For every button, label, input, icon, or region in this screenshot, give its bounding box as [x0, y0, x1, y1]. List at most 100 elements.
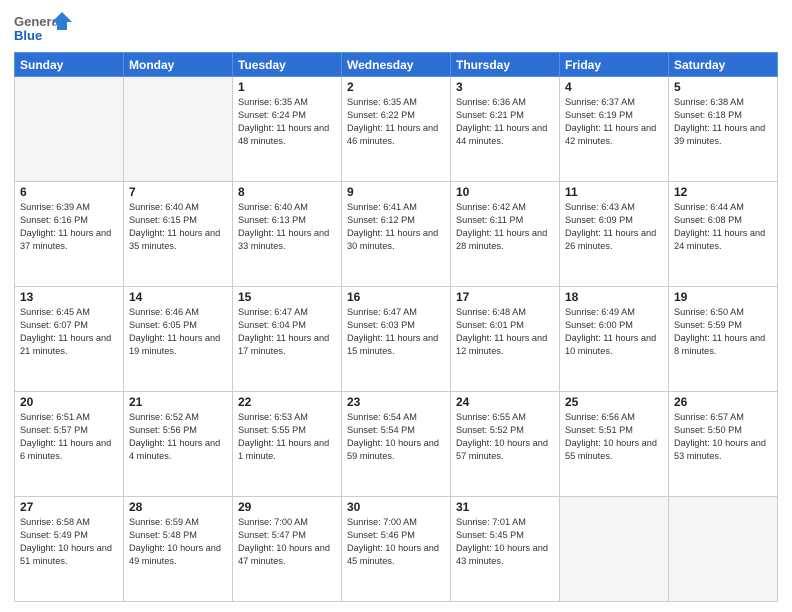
calendar-cell [124, 77, 233, 182]
calendar-cell: 15 Sunrise: 6:47 AM Sunset: 6:04 PM Dayli… [233, 287, 342, 392]
calendar-cell: 4Sunrise: 6:37 AM Sunset: 6:19 PM Daylig… [560, 77, 669, 182]
calendar-cell: 29 Sunrise: 7:00 AM Sunset: 5:47 PM Dayli… [233, 497, 342, 602]
calendar-cell: 26 Sunrise: 6:57 AM Sunset: 5:50 PM Dayli… [669, 392, 778, 497]
day-number: 13 [20, 290, 118, 304]
calendar-cell: 16Sunrise: 6:47 AM Sunset: 6:03 PM Dayli… [342, 287, 451, 392]
day-number: 29 [238, 500, 336, 514]
logo: GeneralBlue [14, 10, 74, 46]
calendar-cell: 13 Sunrise: 6:45 AM Sunset: 6:07 PM Dayli… [15, 287, 124, 392]
cell-content: Sunrise: 6:43 AM Sunset: 6:09 PM Dayligh… [565, 201, 663, 253]
calendar-cell: 5 Sunrise: 6:38 AM Sunset: 6:18 PM Daylig… [669, 77, 778, 182]
cell-content: Sunrise: 6:40 AM Sunset: 6:13 PM Dayligh… [238, 201, 336, 253]
calendar-body: 1 Sunrise: 6:35 AM Sunset: 6:24 PM Daylig… [15, 77, 778, 602]
cell-content: Sunrise: 6:58 AM Sunset: 5:49 PM Dayligh… [20, 516, 118, 568]
cell-content: Sunrise: 7:00 AM Sunset: 5:46 PM Dayligh… [347, 516, 445, 568]
cell-content: Sunrise: 6:41 AM Sunset: 6:12 PM Dayligh… [347, 201, 445, 253]
calendar-cell: 12 Sunrise: 6:44 AM Sunset: 6:08 PM Dayli… [669, 182, 778, 287]
calendar-cell: 19Sunrise: 6:50 AM Sunset: 5:59 PM Dayli… [669, 287, 778, 392]
cell-content: Sunrise: 6:35 AM Sunset: 6:24 PM Dayligh… [238, 96, 336, 148]
day-number: 21 [129, 395, 227, 409]
cell-content: Sunrise: 6:55 AM Sunset: 5:52 PM Dayligh… [456, 411, 554, 463]
calendar-cell: 21 Sunrise: 6:52 AM Sunset: 5:56 PM Dayli… [124, 392, 233, 497]
cell-content: Sunrise: 7:01 AM Sunset: 5:45 PM Dayligh… [456, 516, 554, 568]
cell-content: Sunrise: 6:39 AM Sunset: 6:16 PM Dayligh… [20, 201, 118, 253]
calendar-cell [15, 77, 124, 182]
cell-content: Sunrise: 6:56 AM Sunset: 5:51 PM Dayligh… [565, 411, 663, 463]
day-header-wednesday: Wednesday [342, 53, 451, 77]
calendar-cell: 27 Sunrise: 6:58 AM Sunset: 5:49 PM Dayli… [15, 497, 124, 602]
calendar-cell: 1 Sunrise: 6:35 AM Sunset: 6:24 PM Daylig… [233, 77, 342, 182]
day-number: 2 [347, 80, 445, 94]
calendar-cell: 18 Sunrise: 6:49 AM Sunset: 6:00 PM Dayli… [560, 287, 669, 392]
cell-content: Sunrise: 6:38 AM Sunset: 6:18 PM Dayligh… [674, 96, 772, 148]
cell-content: Sunrise: 6:47 AM Sunset: 6:04 PM Dayligh… [238, 306, 336, 358]
cell-content: Sunrise: 6:42 AM Sunset: 6:11 PM Dayligh… [456, 201, 554, 253]
day-number: 23 [347, 395, 445, 409]
day-number: 12 [674, 185, 772, 199]
calendar-cell: 23 Sunrise: 6:54 AM Sunset: 5:54 PM Dayli… [342, 392, 451, 497]
cell-content: Sunrise: 6:35 AM Sunset: 6:22 PM Dayligh… [347, 96, 445, 148]
calendar-cell: 14 Sunrise: 6:46 AM Sunset: 6:05 PM Dayli… [124, 287, 233, 392]
day-header-tuesday: Tuesday [233, 53, 342, 77]
calendar-cell [669, 497, 778, 602]
calendar-cell: 11Sunrise: 6:43 AM Sunset: 6:09 PM Dayli… [560, 182, 669, 287]
day-number: 22 [238, 395, 336, 409]
calendar-header-row: SundayMondayTuesdayWednesdayThursdayFrid… [15, 53, 778, 77]
day-number: 14 [129, 290, 227, 304]
day-number: 20 [20, 395, 118, 409]
cell-content: Sunrise: 6:48 AM Sunset: 6:01 PM Dayligh… [456, 306, 554, 358]
week-row-1: 1 Sunrise: 6:35 AM Sunset: 6:24 PM Daylig… [15, 77, 778, 182]
day-header-thursday: Thursday [451, 53, 560, 77]
cell-content: Sunrise: 6:40 AM Sunset: 6:15 PM Dayligh… [129, 201, 227, 253]
day-number: 8 [238, 185, 336, 199]
header: GeneralBlue [14, 10, 778, 46]
cell-content: Sunrise: 6:44 AM Sunset: 6:08 PM Dayligh… [674, 201, 772, 253]
day-number: 7 [129, 185, 227, 199]
cell-content: Sunrise: 6:52 AM Sunset: 5:56 PM Dayligh… [129, 411, 227, 463]
calendar-cell: 9 Sunrise: 6:41 AM Sunset: 6:12 PM Daylig… [342, 182, 451, 287]
calendar-cell: 24 Sunrise: 6:55 AM Sunset: 5:52 PM Dayli… [451, 392, 560, 497]
cell-content: Sunrise: 6:45 AM Sunset: 6:07 PM Dayligh… [20, 306, 118, 358]
calendar-cell: 20 Sunrise: 6:51 AM Sunset: 5:57 PM Dayli… [15, 392, 124, 497]
calendar-cell: 30Sunrise: 7:00 AM Sunset: 5:46 PM Dayli… [342, 497, 451, 602]
cell-content: Sunrise: 6:46 AM Sunset: 6:05 PM Dayligh… [129, 306, 227, 358]
logo-svg: GeneralBlue [14, 10, 74, 46]
calendar-cell: 6 Sunrise: 6:39 AM Sunset: 6:16 PM Daylig… [15, 182, 124, 287]
day-number: 26 [674, 395, 772, 409]
day-number: 15 [238, 290, 336, 304]
day-number: 17 [456, 290, 554, 304]
day-number: 24 [456, 395, 554, 409]
cell-content: Sunrise: 6:49 AM Sunset: 6:00 PM Dayligh… [565, 306, 663, 358]
calendar-cell: 7 Sunrise: 6:40 AM Sunset: 6:15 PM Daylig… [124, 182, 233, 287]
day-number: 18 [565, 290, 663, 304]
calendar-cell: 10Sunrise: 6:42 AM Sunset: 6:11 PM Dayli… [451, 182, 560, 287]
calendar-cell: 2 Sunrise: 6:35 AM Sunset: 6:22 PM Daylig… [342, 77, 451, 182]
calendar-cell [560, 497, 669, 602]
calendar-cell: 3Sunrise: 6:36 AM Sunset: 6:21 PM Daylig… [451, 77, 560, 182]
day-number: 6 [20, 185, 118, 199]
day-number: 27 [20, 500, 118, 514]
cell-content: Sunrise: 6:50 AM Sunset: 5:59 PM Dayligh… [674, 306, 772, 358]
day-number: 28 [129, 500, 227, 514]
week-row-5: 27 Sunrise: 6:58 AM Sunset: 5:49 PM Dayli… [15, 497, 778, 602]
calendar-cell: 17 Sunrise: 6:48 AM Sunset: 6:01 PM Dayli… [451, 287, 560, 392]
calendar-cell: 31Sunrise: 7:01 AM Sunset: 5:45 PM Dayli… [451, 497, 560, 602]
week-row-3: 13 Sunrise: 6:45 AM Sunset: 6:07 PM Dayli… [15, 287, 778, 392]
day-number: 3 [456, 80, 554, 94]
calendar-cell: 25 Sunrise: 6:56 AM Sunset: 5:51 PM Dayli… [560, 392, 669, 497]
calendar-cell: 28Sunrise: 6:59 AM Sunset: 5:48 PM Dayli… [124, 497, 233, 602]
day-number: 5 [674, 80, 772, 94]
day-number: 25 [565, 395, 663, 409]
day-number: 4 [565, 80, 663, 94]
week-row-4: 20 Sunrise: 6:51 AM Sunset: 5:57 PM Dayli… [15, 392, 778, 497]
day-number: 16 [347, 290, 445, 304]
day-header-friday: Friday [560, 53, 669, 77]
cell-content: Sunrise: 6:57 AM Sunset: 5:50 PM Dayligh… [674, 411, 772, 463]
day-number: 1 [238, 80, 336, 94]
svg-text:Blue: Blue [14, 28, 42, 43]
cell-content: Sunrise: 6:53 AM Sunset: 5:55 PM Dayligh… [238, 411, 336, 463]
day-number: 9 [347, 185, 445, 199]
cell-content: Sunrise: 6:51 AM Sunset: 5:57 PM Dayligh… [20, 411, 118, 463]
cell-content: Sunrise: 6:54 AM Sunset: 5:54 PM Dayligh… [347, 411, 445, 463]
cell-content: Sunrise: 7:00 AM Sunset: 5:47 PM Dayligh… [238, 516, 336, 568]
